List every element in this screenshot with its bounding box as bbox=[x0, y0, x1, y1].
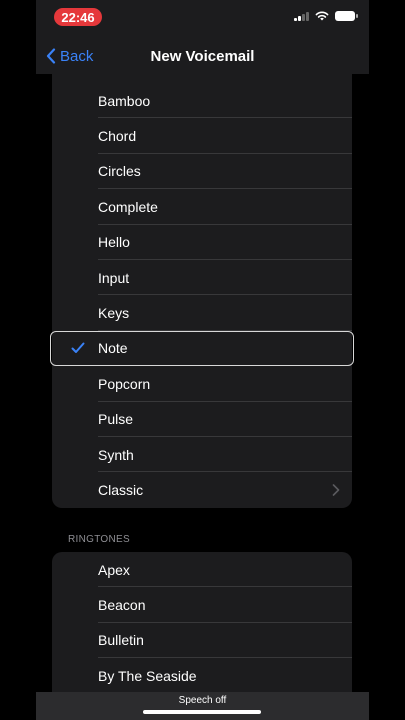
tone-row-chord[interactable]: Chord bbox=[52, 118, 352, 155]
tone-label: Synth bbox=[98, 446, 134, 463]
ringtone-row-by-the-seaside[interactable]: By The Seaside bbox=[52, 658, 352, 694]
chevron-right-icon bbox=[332, 484, 340, 496]
tone-row-complete[interactable]: Complete bbox=[52, 189, 352, 225]
tone-label: Keys bbox=[98, 305, 130, 322]
status-time[interactable]: 22:46 bbox=[54, 8, 102, 26]
ringtone-row-apex[interactable]: Apex bbox=[52, 552, 352, 588]
status-icons bbox=[294, 11, 358, 21]
tone-row-pulse[interactable]: Pulse bbox=[52, 402, 352, 438]
back-label: Back bbox=[60, 47, 94, 65]
tone-row-classic[interactable]: Classic bbox=[52, 472, 352, 507]
ringtone-label: By The Seaside bbox=[98, 667, 197, 684]
ringtone-label: Apex bbox=[98, 561, 130, 578]
section-header-ringtones: RINGTONES bbox=[68, 534, 130, 545]
speech-status-text: Speech off bbox=[178, 695, 227, 706]
tone-row-input[interactable]: Input bbox=[52, 260, 352, 296]
tone-label: Popcorn bbox=[98, 375, 151, 392]
ringtone-row-beacon[interactable]: Beacon bbox=[52, 587, 352, 624]
cellular-signal-icon bbox=[294, 11, 309, 21]
battery-icon bbox=[335, 11, 358, 21]
chevron-left-icon bbox=[46, 48, 56, 64]
tone-label: Chord bbox=[98, 128, 137, 145]
tone-row-note[interactable]: Note bbox=[50, 330, 354, 367]
tone-row-bamboo[interactable]: Bamboo bbox=[52, 83, 352, 119]
tone-label: Note bbox=[98, 340, 128, 357]
wifi-icon bbox=[315, 11, 329, 21]
ringtones-list: Apex Beacon Bulletin By The Seaside bbox=[52, 552, 352, 702]
tone-label: Bamboo bbox=[98, 92, 151, 109]
tone-label: Complete bbox=[98, 198, 158, 215]
tone-label: Input bbox=[98, 269, 130, 286]
tone-label: Hello bbox=[98, 234, 130, 251]
screen: 22:46 Back New Voicemail Bamboo Chord Ci… bbox=[36, 0, 369, 720]
home-indicator[interactable] bbox=[143, 710, 261, 714]
ringtone-label: Beacon bbox=[98, 597, 146, 614]
tone-label: Pulse bbox=[98, 411, 134, 428]
ringtone-row-bulletin[interactable]: Bulletin bbox=[52, 623, 352, 659]
tone-row-keys[interactable]: Keys bbox=[52, 295, 352, 332]
checkmark-icon bbox=[71, 342, 85, 354]
tone-row-popcorn[interactable]: Popcorn bbox=[52, 366, 352, 402]
ringtone-label: Bulletin bbox=[98, 632, 144, 649]
tone-label: Circles bbox=[98, 163, 141, 180]
tone-row-hello[interactable]: Hello bbox=[52, 225, 352, 261]
alert-tones-list: Bamboo Chord Circles Complete Hello Inpu… bbox=[50, 65, 354, 508]
tone-row-synth[interactable]: Synth bbox=[52, 437, 352, 473]
tone-label: Classic bbox=[98, 481, 144, 498]
status-bar: 22:46 bbox=[36, 0, 369, 38]
speech-status-bar: Speech off bbox=[36, 692, 369, 720]
tone-row-circles[interactable]: Circles bbox=[52, 154, 352, 190]
